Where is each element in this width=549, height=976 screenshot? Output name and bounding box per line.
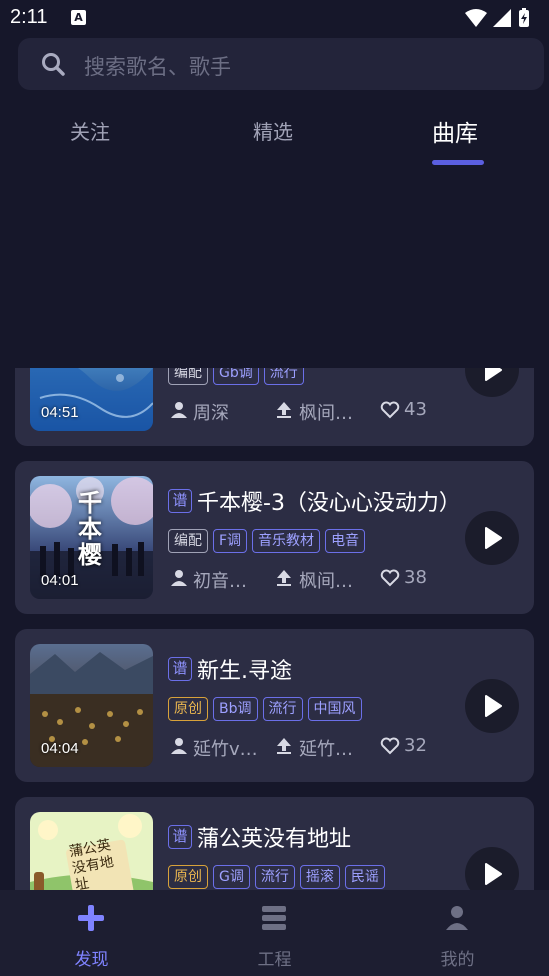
song-card[interactable]: 千本樱 04:01 谱千本樱-3（没心心没动力） 编配 F调 音乐教材 电音 初音… … xyxy=(15,461,534,614)
song-tag: 流行 xyxy=(254,865,295,889)
song-duration: 04:01 xyxy=(41,572,79,589)
song-list[interactable]: 04:51 编配 Gb调 流行 周深 枫间… 43 千本樱 04:01 谱 千本… xyxy=(0,368,549,890)
stack-icon xyxy=(262,906,286,930)
song-duration: 04:51 xyxy=(41,404,79,421)
person-icon xyxy=(171,570,187,586)
song-uploader: 枫间… xyxy=(299,571,353,592)
heart-icon[interactable] xyxy=(380,401,400,419)
signal-icon xyxy=(493,9,511,27)
song-cover: 蒲公英没有地址 xyxy=(30,812,153,890)
song-tags: 原创 G调 流行 摇滚 民谣 xyxy=(168,865,390,889)
song-tag: 摇滚 xyxy=(299,865,340,889)
search-input[interactable]: 搜索歌名、歌手 xyxy=(84,51,231,81)
song-title[interactable]: 蒲公英没有地址 xyxy=(197,821,351,853)
song-tag: 民谣 xyxy=(344,865,385,889)
play-button[interactable] xyxy=(465,368,519,397)
person-icon xyxy=(171,402,187,418)
song-tags: 原创 Bb调 流行 中国风 xyxy=(168,697,367,721)
play-button[interactable] xyxy=(465,847,519,890)
song-author: 延竹v… xyxy=(193,739,258,760)
song-cover: 千本樱 04:01 xyxy=(30,476,153,599)
play-icon xyxy=(485,368,502,381)
heart-icon[interactable] xyxy=(380,737,400,755)
song-title[interactable]: 千本樱-3（没心心没动力） xyxy=(197,485,461,517)
search-icon xyxy=(42,53,65,76)
tab-follow[interactable]: 关注 xyxy=(70,116,110,145)
plus-icon xyxy=(78,905,104,931)
person-icon xyxy=(446,906,468,930)
play-icon xyxy=(485,527,502,549)
nav-label: 发现 xyxy=(74,950,109,970)
song-tag: G调 xyxy=(213,865,250,889)
play-button[interactable] xyxy=(465,511,519,565)
play-button[interactable] xyxy=(465,679,519,733)
song-uploader: 延竹… xyxy=(299,739,353,760)
song-meta: 初音… 枫间… 38 xyxy=(170,567,470,592)
song-tag: 编配 xyxy=(168,368,208,385)
person-icon xyxy=(171,738,187,754)
nav-discover[interactable]: 发现 xyxy=(0,890,183,976)
song-tag: F调 xyxy=(213,529,248,553)
nav-projects[interactable]: 工程 xyxy=(183,890,366,976)
tab-library[interactable]: 曲库 xyxy=(432,114,478,148)
song-tag: 流行 xyxy=(262,697,303,721)
play-icon xyxy=(485,863,502,885)
cover-title: 千本樱 xyxy=(78,489,102,569)
song-tag: Bb调 xyxy=(213,697,258,721)
song-author: 初音… xyxy=(193,571,247,592)
nav-label: 我的 xyxy=(440,950,475,970)
score-badge: 谱 xyxy=(168,825,192,849)
song-title-row: 谱新生.寻途 xyxy=(168,653,498,685)
song-author: 周深 xyxy=(193,403,229,424)
nav-label: 工程 xyxy=(257,950,292,970)
song-tag: 中国风 xyxy=(307,697,362,721)
tab-featured[interactable]: 精选 xyxy=(253,116,293,145)
song-tag: 流行 xyxy=(263,368,304,385)
notification-icon: A xyxy=(71,10,86,25)
bottom-nav: 发现 工程 我的 xyxy=(0,890,549,976)
status-bar: 2:11 A xyxy=(0,0,549,36)
cover-title: 蒲公英没有地址 xyxy=(67,837,116,890)
upload-icon xyxy=(277,738,291,754)
song-title-row: 谱蒲公英没有地址 xyxy=(168,821,498,853)
song-meta: 延竹v… 延竹… 32 xyxy=(170,735,470,760)
upload-icon xyxy=(277,402,291,418)
song-cover: 04:51 xyxy=(30,368,153,431)
heart-icon[interactable] xyxy=(380,569,400,587)
song-likes: 32 xyxy=(404,735,427,756)
song-meta: 周深 枫间… 43 xyxy=(170,399,470,424)
song-tag: 电音 xyxy=(325,529,366,553)
song-title-row: 谱千本樱-3（没心心没动力） xyxy=(168,485,498,517)
song-tag: 原创 xyxy=(168,697,208,721)
tab-active-indicator xyxy=(432,160,484,165)
nav-mine[interactable]: 我的 xyxy=(366,890,549,976)
search-bar[interactable]: 搜索歌名、歌手 xyxy=(18,38,544,90)
song-tags: 编配 Gb调 流行 xyxy=(168,368,309,385)
upload-icon xyxy=(277,570,291,586)
song-tag: 原创 xyxy=(168,865,208,889)
system-status-icons xyxy=(465,8,529,27)
song-tags: 编配 F调 音乐教材 电音 xyxy=(168,529,370,553)
song-tag: 编配 xyxy=(168,529,208,553)
status-time: 2:11 xyxy=(10,6,48,28)
song-duration: 04:04 xyxy=(41,740,79,757)
wifi-icon xyxy=(465,9,487,27)
top-tabs: 关注 精选 曲库 xyxy=(0,100,549,170)
song-card[interactable]: 04:04 谱新生.寻途 原创 Bb调 流行 中国风 延竹v… 延竹… 32 xyxy=(15,629,534,782)
song-title[interactable]: 新生.寻途 xyxy=(197,653,292,685)
song-tag: Gb调 xyxy=(213,368,259,385)
song-likes: 38 xyxy=(404,567,427,588)
score-badge: 谱 xyxy=(168,489,192,513)
song-cover: 04:04 xyxy=(30,644,153,767)
song-tag: 音乐教材 xyxy=(252,529,321,553)
song-uploader: 枫间… xyxy=(299,403,353,424)
song-card[interactable]: 蒲公英没有地址 谱蒲公英没有地址 原创 G调 流行 摇滚 民谣 xyxy=(15,797,534,890)
play-icon xyxy=(485,695,502,717)
song-card[interactable]: 04:51 编配 Gb调 流行 周深 枫间… 43 xyxy=(15,368,534,446)
song-likes: 43 xyxy=(404,399,427,420)
score-badge: 谱 xyxy=(168,657,192,681)
